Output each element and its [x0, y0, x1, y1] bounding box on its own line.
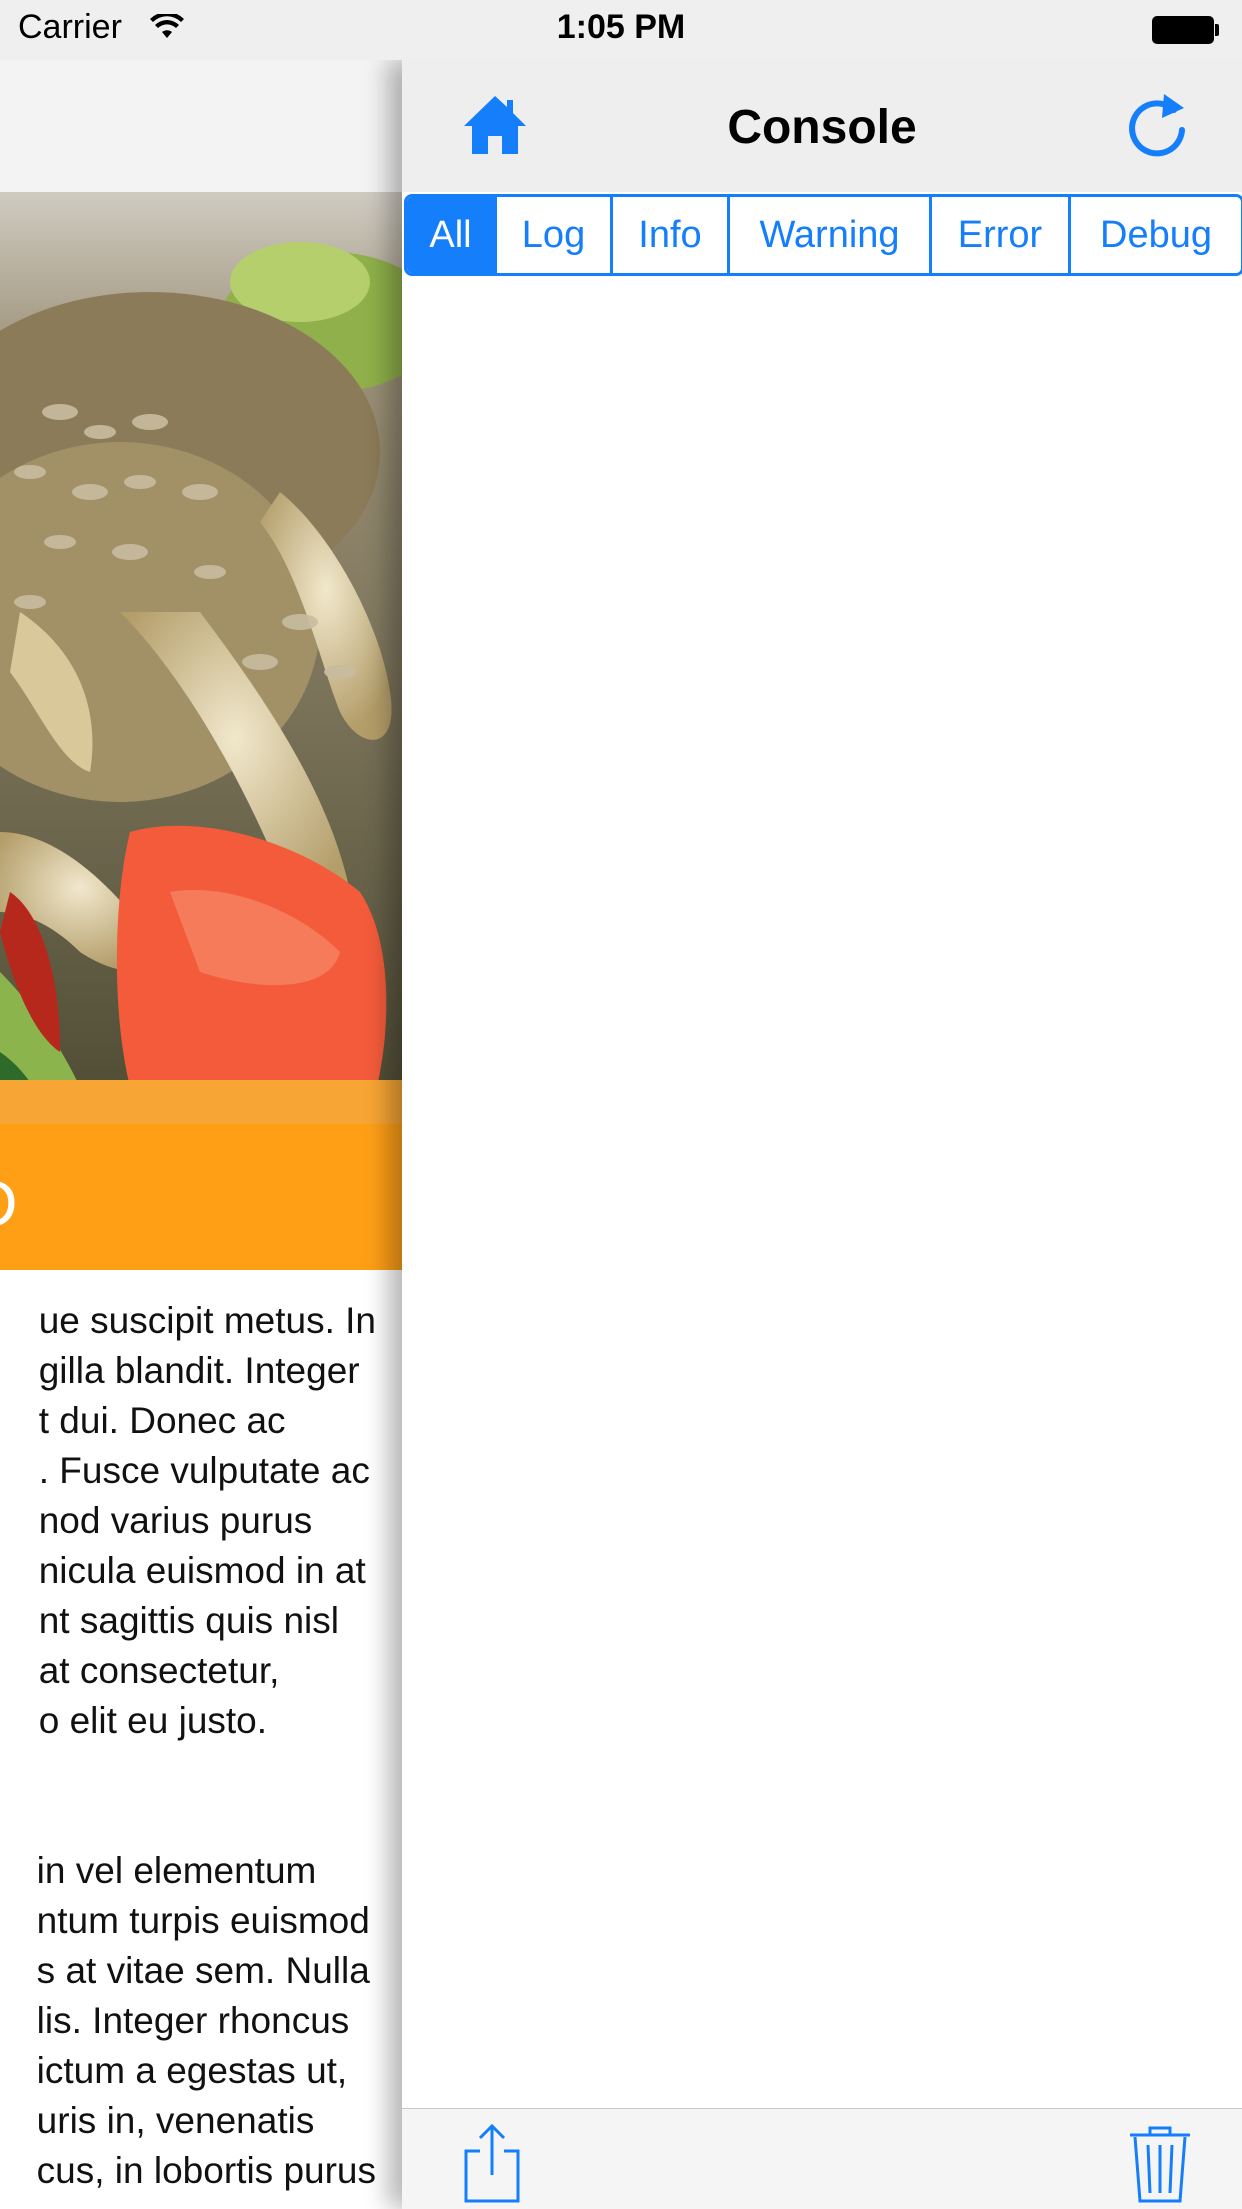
- background-nav-bar: [0, 60, 402, 193]
- filter-debug[interactable]: Debug: [1071, 197, 1241, 273]
- filter-warning[interactable]: Warning: [730, 197, 932, 273]
- article-line: uris in, venenatis: [36, 2100, 315, 2141]
- article-line: ntum turpis euismod: [36, 1900, 370, 1941]
- article-line: nod varius purus: [38, 1500, 313, 1541]
- log-level-filter: All Log Info Warning Error Debug: [404, 194, 1242, 276]
- article-line: nt sagittis quis nisl: [38, 1600, 339, 1641]
- article-line: s at vitae sem. Nulla: [36, 1950, 370, 1991]
- share-icon: [464, 2123, 520, 2203]
- battery-icon: [1152, 16, 1219, 44]
- article-line: . Fusce vulputate ac: [38, 1450, 370, 1491]
- article-line: nicula euismod in at: [38, 1550, 366, 1591]
- console-log-list[interactable]: [402, 280, 1242, 2170]
- console-toolbar: [402, 2108, 1242, 2209]
- article-line: in vel elementum: [36, 1850, 317, 1891]
- article-line: lis. Integer rhoncus: [36, 2000, 350, 2041]
- article-line: cus, in lobortis purus: [36, 2150, 376, 2191]
- console-title: Console: [727, 101, 917, 154]
- article-heading: D: [0, 1170, 18, 1236]
- article-line: gilla blandit. Integer: [38, 1350, 360, 1391]
- article-line: o elit eu justo.: [38, 1700, 268, 1741]
- trash-button[interactable]: [1120, 2123, 1200, 2203]
- article-title-band: [0, 1080, 402, 1270]
- status-time: 1:05 PM: [556, 8, 686, 46]
- filter-log[interactable]: Log: [497, 197, 613, 273]
- food-photo: [0, 192, 402, 1140]
- console-panel: Console All Log Info Warning Error Debug: [402, 60, 1242, 2209]
- trash-icon: [1130, 2126, 1190, 2203]
- article-line: t dui. Donec ac: [38, 1400, 286, 1441]
- article-line: ictum a egestas ut,: [36, 2050, 348, 2091]
- console-nav-bar: Console: [402, 60, 1242, 192]
- article-line: ue suscipit metus. In: [38, 1300, 376, 1341]
- share-button[interactable]: [452, 2123, 532, 2203]
- filter-all[interactable]: All: [407, 197, 497, 273]
- refresh-icon: [1129, 94, 1185, 157]
- filter-info[interactable]: Info: [613, 197, 730, 273]
- background-article-page: D ue suscipit metus. In gilla blandit. I…: [0, 60, 402, 2208]
- refresh-button[interactable]: [1122, 90, 1192, 160]
- filter-error[interactable]: Error: [932, 197, 1071, 273]
- status-bar: Carrier 1:05 PM: [0, 0, 1242, 60]
- article-line: at consectetur,: [38, 1650, 280, 1691]
